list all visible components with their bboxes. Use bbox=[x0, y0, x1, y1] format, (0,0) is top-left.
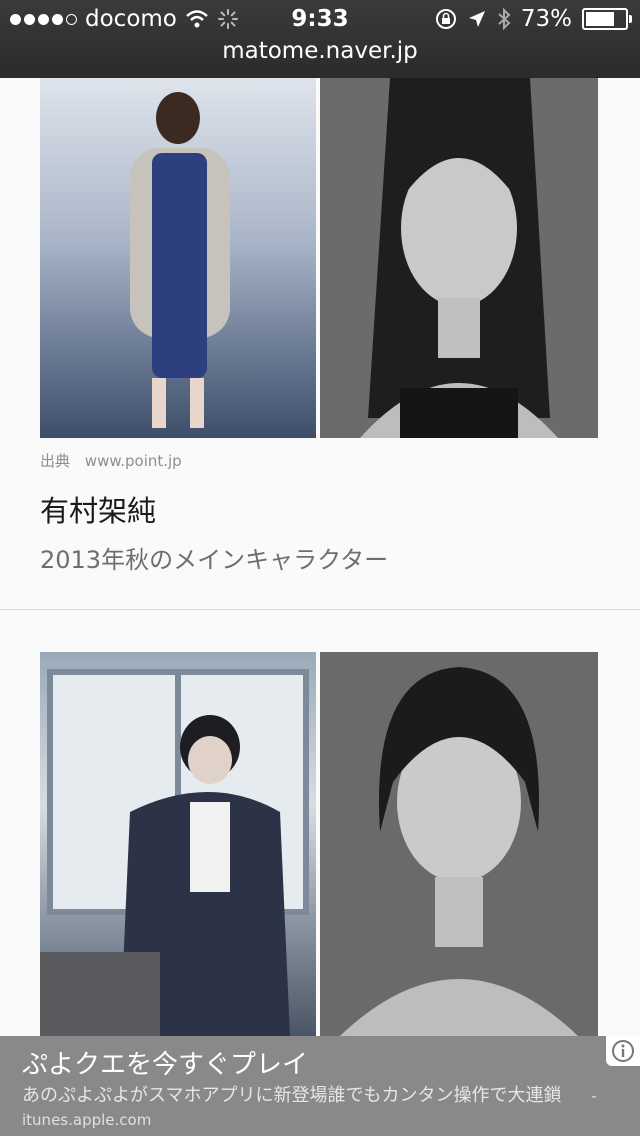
battery-percent: 73% bbox=[520, 6, 572, 32]
top-bar: docomo 9:33 73% matome.naver.jp bbox=[0, 0, 640, 78]
info-icon[interactable] bbox=[606, 1036, 640, 1066]
location-arrow-icon bbox=[468, 11, 485, 27]
photo-portrait[interactable] bbox=[320, 78, 598, 438]
rotation-lock-icon bbox=[435, 9, 456, 29]
status-bar: docomo 9:33 73% bbox=[0, 0, 640, 40]
ad-banner[interactable]: ぷよクエを今すぐプレイ あのぷよぷよがスマホアプリに新登場誰でもカンタン操作で大… bbox=[0, 1036, 640, 1136]
url-bar[interactable]: matome.naver.jp bbox=[0, 38, 640, 64]
ad-body: あのぷよぷよがスマホアプリに新登場誰でもカンタン操作で大連鎖 - itunes.… bbox=[22, 1084, 612, 1132]
ad-description: あのぷよぷよがスマホアプリに新登場誰でもカンタン操作で大連鎖 bbox=[22, 1085, 562, 1106]
photo-portrait-short-hair[interactable] bbox=[320, 652, 598, 1036]
bluetooth-icon bbox=[498, 8, 511, 30]
photo-coat-outfit[interactable] bbox=[40, 78, 316, 438]
battery-level bbox=[586, 12, 614, 26]
image-gallery-1 bbox=[40, 78, 598, 438]
divider bbox=[0, 609, 640, 610]
ad-title[interactable]: ぷよクエを今すぐプレイ bbox=[22, 1044, 308, 1081]
person-name: 有村架純 bbox=[40, 494, 157, 528]
image-source: 出典 www.point.jp bbox=[40, 450, 182, 471]
battery-icon bbox=[582, 8, 632, 30]
person-description: 2013年秋のメインキャラクター bbox=[40, 546, 389, 574]
image-gallery-2 bbox=[40, 652, 598, 1036]
photo-school-outfit[interactable] bbox=[40, 652, 316, 1036]
source-link[interactable]: www.point.jp bbox=[85, 452, 182, 470]
source-label: 出典 bbox=[40, 452, 71, 470]
